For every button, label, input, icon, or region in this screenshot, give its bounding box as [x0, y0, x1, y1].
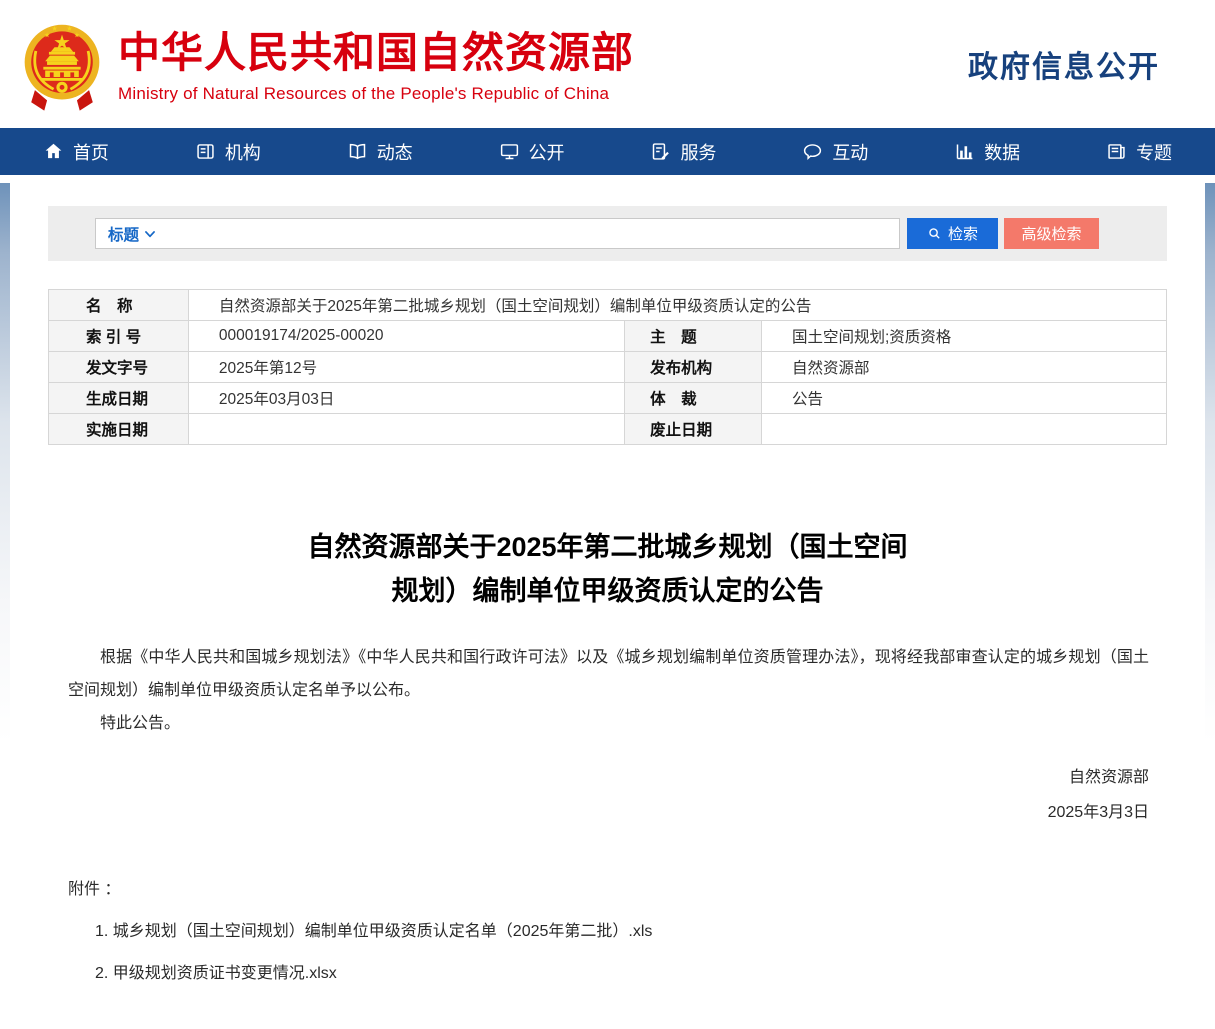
- search-category-dropdown[interactable]: 标题: [108, 223, 157, 245]
- meta-label-genre: 体 裁: [625, 383, 762, 414]
- interaction-icon: [802, 141, 823, 162]
- meta-value-doc-number: 2025年第12号: [188, 352, 624, 383]
- table-row: 实施日期 废止日期: [49, 414, 1167, 445]
- signature-block: 自然资源部 2025年3月3日: [68, 760, 1149, 830]
- document-meta-table: 名 称 自然资源部关于2025年第二批城乡规划（国土空间规划）编制单位甲级资质认…: [48, 289, 1167, 445]
- nav-item-organization[interactable]: 机构: [152, 128, 304, 175]
- meta-value-date-effective: [188, 414, 624, 445]
- page-section-title: 政府信息公开: [968, 42, 1160, 86]
- attachment-link[interactable]: 2. 甲级规划资质证书变更情况.xlsx: [95, 958, 1149, 989]
- meta-label-date-abolished: 废止日期: [625, 414, 762, 445]
- meta-value-date-abolished: [761, 414, 1166, 445]
- meta-value-index: 000019174/2025-00020: [188, 321, 624, 352]
- main-nav: 首页 机构 动态 公开 服务 互动 数据 专题: [0, 128, 1215, 175]
- meta-label-index: 索 引 号: [49, 321, 189, 352]
- meta-value-agency: 自然资源部: [761, 352, 1166, 383]
- search-icon: [927, 226, 942, 241]
- search-category-label: 标题: [108, 223, 139, 245]
- meta-label-date-created: 生成日期: [49, 383, 189, 414]
- data-icon: [954, 141, 975, 162]
- nav-label: 数据: [984, 139, 1020, 165]
- organization-icon: [195, 141, 216, 162]
- search-bar: 标题 检索 高级检索: [48, 206, 1167, 261]
- signature-date: 2025年3月3日: [68, 795, 1149, 830]
- advanced-search-label: 高级检索: [1021, 223, 1081, 244]
- nav-label: 机构: [225, 139, 261, 165]
- document-title-line1: 自然资源部关于2025年第二批城乡规划（国土空间: [307, 532, 907, 562]
- meta-label-name: 名 称: [49, 290, 189, 321]
- news-icon: [347, 141, 368, 162]
- nav-item-interaction[interactable]: 互动: [759, 128, 911, 175]
- site-subtitle: Ministry of Natural Resources of the Peo…: [118, 84, 634, 104]
- home-icon: [43, 141, 64, 162]
- site-header: 中华人民共和国自然资源部 Ministry of Natural Resourc…: [0, 0, 1215, 128]
- document-title-line2: 规划）编制单位甲级资质认定的公告: [392, 576, 824, 606]
- meta-label-subject: 主 题: [625, 321, 762, 352]
- meta-label-doc-number: 发文字号: [49, 352, 189, 383]
- table-row: 发文字号 2025年第12号 发布机构 自然资源部: [49, 352, 1167, 383]
- attachments-section: 附件 ： 1. 城乡规划（国土空间规划）编制单位甲级资质认定名单（2025年第二…: [68, 874, 1149, 989]
- attachment-link[interactable]: 1. 城乡规划（国土空间规划）编制单位甲级资质认定名单（2025年第二批）.xl…: [95, 916, 1149, 947]
- nav-label: 专题: [1136, 139, 1172, 165]
- meta-value-subject: 国土空间规划;资质资格: [761, 321, 1166, 352]
- nav-item-disclosure[interactable]: 公开: [456, 128, 608, 175]
- body-paragraph: 特此公告。: [68, 707, 1149, 740]
- nav-label: 公开: [529, 139, 565, 165]
- meta-value-name: 自然资源部关于2025年第二批城乡规划（国土空间规划）编制单位甲级资质认定的公告: [188, 290, 1166, 321]
- nav-label: 互动: [832, 139, 868, 165]
- meta-value-genre: 公告: [761, 383, 1166, 414]
- nav-label: 动态: [377, 139, 413, 165]
- china-national-emblem-logo: [20, 12, 104, 116]
- meta-label-agency: 发布机构: [625, 352, 762, 383]
- site-brand: 中华人民共和国自然资源部 Ministry of Natural Resourc…: [20, 12, 634, 116]
- nav-item-service[interactable]: 服务: [608, 128, 760, 175]
- nav-item-data[interactable]: 数据: [911, 128, 1063, 175]
- meta-label-date-effective: 实施日期: [49, 414, 189, 445]
- search-button[interactable]: 检索: [907, 218, 998, 249]
- search-button-label: 检索: [948, 223, 978, 244]
- site-title: 中华人民共和国自然资源部: [118, 29, 634, 77]
- signature-agency: 自然资源部: [68, 760, 1149, 795]
- nav-item-topics[interactable]: 专题: [1063, 128, 1215, 175]
- table-row: 生成日期 2025年03月03日 体 裁 公告: [49, 383, 1167, 414]
- chevron-down-icon: [143, 227, 157, 241]
- document-body: 根据《中华人民共和国城乡规划法》《中华人民共和国行政许可法》以及《城乡规划编制单…: [68, 641, 1149, 989]
- service-icon: [650, 141, 671, 162]
- nav-label: 首页: [73, 139, 109, 165]
- disclosure-icon: [499, 141, 520, 162]
- nav-item-news[interactable]: 动态: [304, 128, 456, 175]
- topics-icon: [1106, 141, 1127, 162]
- attachments-label: 附件 ：: [68, 874, 1149, 905]
- page-background: 标题 检索 高级检索 名 称 自然资源部关于2025年第二批城乡规划（国土空间规…: [0, 183, 1215, 954]
- table-row: 索 引 号 000019174/2025-00020 主 题 国土空间规划;资质…: [49, 321, 1167, 352]
- nav-label: 服务: [680, 139, 716, 165]
- advanced-search-button[interactable]: 高级检索: [1004, 218, 1099, 249]
- content-panel: 标题 检索 高级检索 名 称 自然资源部关于2025年第二批城乡规划（国土空间规…: [10, 183, 1205, 1029]
- table-row: 名 称 自然资源部关于2025年第二批城乡规划（国土空间规划）编制单位甲级资质认…: [49, 290, 1167, 321]
- body-paragraph: 根据《中华人民共和国城乡规划法》《中华人民共和国行政许可法》以及《城乡规划编制单…: [68, 641, 1149, 707]
- meta-value-date-created: 2025年03月03日: [188, 383, 624, 414]
- document-title: 自然资源部关于2025年第二批城乡规划（国土空间规划）编制单位甲级资质认定的公告: [48, 525, 1167, 613]
- nav-item-home[interactable]: 首页: [0, 128, 152, 175]
- search-input[interactable]: 标题: [95, 218, 900, 249]
